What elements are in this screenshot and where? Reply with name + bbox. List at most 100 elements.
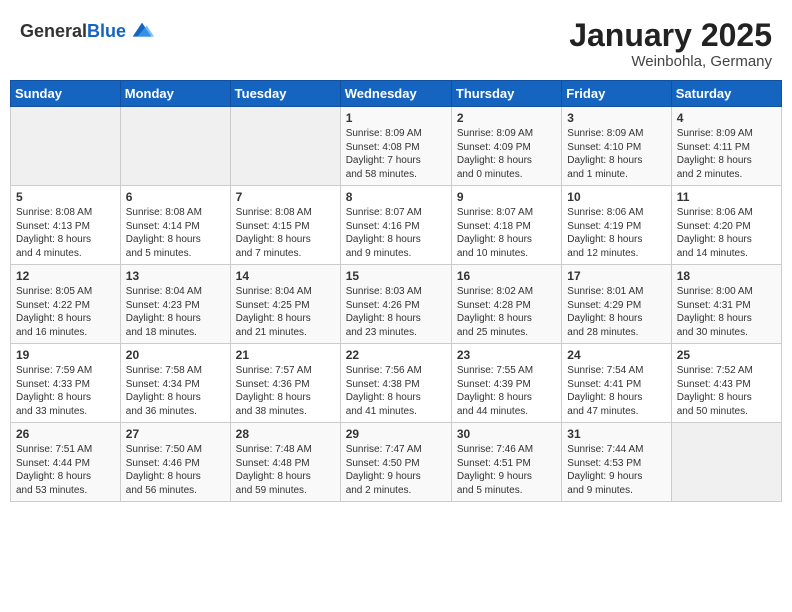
- day-info: Sunrise: 8:01 AM Sunset: 4:29 PM Dayligh…: [567, 285, 665, 339]
- weekday-header-row: SundayMondayTuesdayWednesdayThursdayFrid…: [11, 81, 782, 107]
- day-number: 1: [346, 111, 446, 125]
- day-number: 28: [236, 427, 335, 441]
- calendar-cell: 28 Sunrise: 7:48 AM Sunset: 4:48 PM Dayli…: [230, 423, 340, 502]
- day-number: 29: [346, 427, 446, 441]
- calendar-cell: 27 Sunrise: 7:50 AM Sunset: 4:46 PM Dayli…: [120, 423, 230, 502]
- day-info: Sunrise: 8:09 AM Sunset: 4:08 PM Dayligh…: [346, 127, 446, 181]
- day-number: 8: [346, 190, 446, 204]
- day-info: Sunrise: 8:06 AM Sunset: 4:19 PM Dayligh…: [567, 206, 665, 260]
- day-number: 2: [457, 111, 556, 125]
- header: GeneralBlue January 2025 Weinbohla, Germ…: [10, 10, 782, 74]
- day-number: 23: [457, 348, 556, 362]
- day-number: 19: [16, 348, 115, 362]
- calendar-cell: 5 Sunrise: 8:08 AM Sunset: 4:13 PM Daylig…: [11, 186, 121, 265]
- weekday-header-friday: Friday: [562, 81, 671, 107]
- logo-icon: [128, 18, 156, 46]
- day-number: 16: [457, 269, 556, 283]
- day-number: 31: [567, 427, 665, 441]
- day-info: Sunrise: 7:50 AM Sunset: 4:46 PM Dayligh…: [126, 443, 225, 497]
- day-info: Sunrise: 7:44 AM Sunset: 4:53 PM Dayligh…: [567, 443, 665, 497]
- week-row-3: 12 Sunrise: 8:05 AM Sunset: 4:22 PM Dayli…: [11, 265, 782, 344]
- calendar-cell: 10Sunrise: 8:06 AM Sunset: 4:19 PM Dayli…: [562, 186, 671, 265]
- calendar-cell: 22 Sunrise: 7:56 AM Sunset: 4:38 PM Dayli…: [340, 344, 451, 423]
- weekday-header-wednesday: Wednesday: [340, 81, 451, 107]
- month-year: January 2025: [569, 18, 772, 53]
- calendar-cell: 17Sunrise: 8:01 AM Sunset: 4:29 PM Dayli…: [562, 265, 671, 344]
- day-number: 25: [677, 348, 776, 362]
- day-number: 3: [567, 111, 665, 125]
- day-number: 26: [16, 427, 115, 441]
- day-info: Sunrise: 8:08 AM Sunset: 4:13 PM Dayligh…: [16, 206, 115, 260]
- day-info: Sunrise: 8:06 AM Sunset: 4:20 PM Dayligh…: [677, 206, 776, 260]
- day-number: 30: [457, 427, 556, 441]
- calendar-cell: 9 Sunrise: 8:07 AM Sunset: 4:18 PM Daylig…: [451, 186, 561, 265]
- weekday-header-monday: Monday: [120, 81, 230, 107]
- day-number: 11: [677, 190, 776, 204]
- calendar-cell: 23 Sunrise: 7:55 AM Sunset: 4:39 PM Dayli…: [451, 344, 561, 423]
- day-info: Sunrise: 8:07 AM Sunset: 4:18 PM Dayligh…: [457, 206, 556, 260]
- calendar-cell: [230, 107, 340, 186]
- day-info: Sunrise: 8:04 AM Sunset: 4:23 PM Dayligh…: [126, 285, 225, 339]
- calendar-cell: 26 Sunrise: 7:51 AM Sunset: 4:44 PM Dayli…: [11, 423, 121, 502]
- day-info: Sunrise: 7:48 AM Sunset: 4:48 PM Dayligh…: [236, 443, 335, 497]
- calendar-cell: 13 Sunrise: 8:04 AM Sunset: 4:23 PM Dayli…: [120, 265, 230, 344]
- calendar-cell: 30 Sunrise: 7:46 AM Sunset: 4:51 PM Dayli…: [451, 423, 561, 502]
- day-number: 21: [236, 348, 335, 362]
- day-info: Sunrise: 8:00 AM Sunset: 4:31 PM Dayligh…: [677, 285, 776, 339]
- calendar-cell: 2 Sunrise: 8:09 AM Sunset: 4:09 PM Daylig…: [451, 107, 561, 186]
- calendar-cell: 15Sunrise: 8:03 AM Sunset: 4:26 PM Dayli…: [340, 265, 451, 344]
- calendar-cell: [11, 107, 121, 186]
- day-info: Sunrise: 7:51 AM Sunset: 4:44 PM Dayligh…: [16, 443, 115, 497]
- day-number: 14: [236, 269, 335, 283]
- week-row-2: 5 Sunrise: 8:08 AM Sunset: 4:13 PM Daylig…: [11, 186, 782, 265]
- calendar-cell: 14 Sunrise: 8:04 AM Sunset: 4:25 PM Dayli…: [230, 265, 340, 344]
- calendar-cell: 20Sunrise: 7:58 AM Sunset: 4:34 PM Dayli…: [120, 344, 230, 423]
- week-row-4: 19 Sunrise: 7:59 AM Sunset: 4:33 PM Dayli…: [11, 344, 782, 423]
- day-info: Sunrise: 7:52 AM Sunset: 4:43 PM Dayligh…: [677, 364, 776, 418]
- day-number: 27: [126, 427, 225, 441]
- calendar: SundayMondayTuesdayWednesdayThursdayFrid…: [10, 80, 782, 502]
- calendar-cell: 11 Sunrise: 8:06 AM Sunset: 4:20 PM Dayli…: [671, 186, 781, 265]
- day-info: Sunrise: 8:05 AM Sunset: 4:22 PM Dayligh…: [16, 285, 115, 339]
- day-number: 24: [567, 348, 665, 362]
- day-number: 12: [16, 269, 115, 283]
- day-number: 7: [236, 190, 335, 204]
- calendar-cell: [120, 107, 230, 186]
- day-number: 13: [126, 269, 225, 283]
- day-info: Sunrise: 8:08 AM Sunset: 4:14 PM Dayligh…: [126, 206, 225, 260]
- day-number: 18: [677, 269, 776, 283]
- logo: GeneralBlue: [20, 18, 156, 46]
- calendar-cell: 25 Sunrise: 7:52 AM Sunset: 4:43 PM Dayli…: [671, 344, 781, 423]
- day-number: 6: [126, 190, 225, 204]
- day-number: 9: [457, 190, 556, 204]
- weekday-header-tuesday: Tuesday: [230, 81, 340, 107]
- calendar-cell: 18 Sunrise: 8:00 AM Sunset: 4:31 PM Dayli…: [671, 265, 781, 344]
- day-info: Sunrise: 8:09 AM Sunset: 4:09 PM Dayligh…: [457, 127, 556, 181]
- day-info: Sunrise: 8:09 AM Sunset: 4:11 PM Dayligh…: [677, 127, 776, 181]
- calendar-cell: 19 Sunrise: 7:59 AM Sunset: 4:33 PM Dayli…: [11, 344, 121, 423]
- day-info: Sunrise: 8:08 AM Sunset: 4:15 PM Dayligh…: [236, 206, 335, 260]
- calendar-cell: [671, 423, 781, 502]
- calendar-cell: 1 Sunrise: 8:09 AM Sunset: 4:08 PM Daylig…: [340, 107, 451, 186]
- day-info: Sunrise: 8:03 AM Sunset: 4:26 PM Dayligh…: [346, 285, 446, 339]
- day-info: Sunrise: 8:09 AM Sunset: 4:10 PM Dayligh…: [567, 127, 665, 181]
- calendar-cell: 16 Sunrise: 8:02 AM Sunset: 4:28 PM Dayli…: [451, 265, 561, 344]
- logo-blue-text: Blue: [87, 21, 126, 41]
- calendar-cell: 6 Sunrise: 8:08 AM Sunset: 4:14 PM Daylig…: [120, 186, 230, 265]
- calendar-cell: 12 Sunrise: 8:05 AM Sunset: 4:22 PM Dayli…: [11, 265, 121, 344]
- day-info: Sunrise: 8:04 AM Sunset: 4:25 PM Dayligh…: [236, 285, 335, 339]
- day-info: Sunrise: 7:59 AM Sunset: 4:33 PM Dayligh…: [16, 364, 115, 418]
- day-info: Sunrise: 8:02 AM Sunset: 4:28 PM Dayligh…: [457, 285, 556, 339]
- week-row-1: 1 Sunrise: 8:09 AM Sunset: 4:08 PM Daylig…: [11, 107, 782, 186]
- day-number: 22: [346, 348, 446, 362]
- day-info: Sunrise: 7:56 AM Sunset: 4:38 PM Dayligh…: [346, 364, 446, 418]
- day-info: Sunrise: 7:47 AM Sunset: 4:50 PM Dayligh…: [346, 443, 446, 497]
- weekday-header-thursday: Thursday: [451, 81, 561, 107]
- day-number: 5: [16, 190, 115, 204]
- calendar-cell: 21Sunrise: 7:57 AM Sunset: 4:36 PM Dayli…: [230, 344, 340, 423]
- day-info: Sunrise: 7:55 AM Sunset: 4:39 PM Dayligh…: [457, 364, 556, 418]
- logo-general-text: General: [20, 21, 87, 41]
- day-info: Sunrise: 8:07 AM Sunset: 4:16 PM Dayligh…: [346, 206, 446, 260]
- day-info: Sunrise: 7:46 AM Sunset: 4:51 PM Dayligh…: [457, 443, 556, 497]
- day-number: 20: [126, 348, 225, 362]
